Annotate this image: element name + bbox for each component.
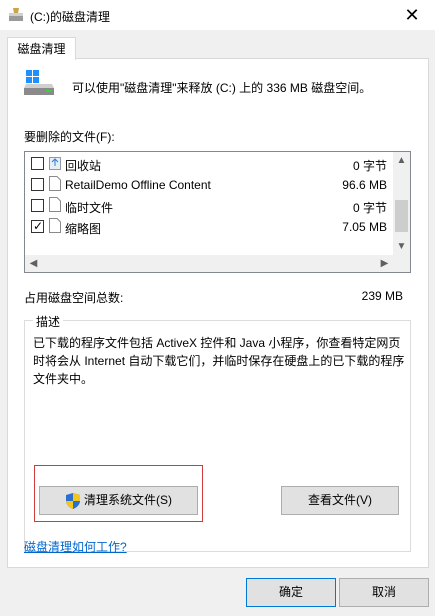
scroll-down-icon[interactable]: ▼ <box>393 238 410 255</box>
scroll-up-icon[interactable]: ▲ <box>393 152 410 169</box>
cancel-button[interactable]: 取消 <box>339 578 429 607</box>
list-item[interactable]: 回收站 0 字节 <box>25 153 393 174</box>
space-summary: 可以使用"磁盘清理"来释放 (C:) 上的 336 MB 磁盘空间。 <box>72 81 372 95</box>
file-name: 回收站 <box>65 159 102 173</box>
view-files-button[interactable]: 查看文件(V) <box>281 486 399 515</box>
help-link[interactable]: 磁盘清理如何工作? <box>24 538 127 555</box>
list-item[interactable]: ✓ 缩略图 7.05 MB <box>25 216 393 237</box>
file-name: 临时文件 <box>65 201 114 215</box>
file-icon <box>49 176 61 191</box>
uac-shield-icon <box>66 492 80 509</box>
check-mark: ✓ <box>33 219 44 233</box>
file-size: 0 字节 <box>352 159 387 173</box>
checkbox[interactable]: ✓ <box>31 219 44 233</box>
drive-icon <box>24 70 56 98</box>
file-name: 缩略图 <box>65 222 102 236</box>
file-icon <box>49 197 61 212</box>
disk-cleanup-app-icon <box>8 7 24 23</box>
total-space-value: 239 MB <box>361 289 403 303</box>
file-size: 0 字节 <box>352 201 387 215</box>
file-size: 96.6 MB <box>342 178 387 192</box>
description-title: 描述 <box>33 313 64 330</box>
scroll-right-icon[interactable]: ▶ <box>376 255 393 272</box>
window-title: (C:)的磁盘清理 <box>30 10 110 24</box>
recycle-bin-icon <box>49 155 61 170</box>
total-space-label: 占用磁盘空间总数: <box>24 291 124 305</box>
file-size: 7.05 MB <box>342 220 387 234</box>
cleanup-system-files-button[interactable]: 清理系统文件(S) <box>39 486 198 515</box>
close-button[interactable]: ✕ <box>389 0 435 30</box>
vertical-scrollbar[interactable]: ▲ ▼ <box>393 152 410 255</box>
horizontal-scrollbar[interactable]: ◀ ▶ <box>25 255 393 272</box>
file-name: RetailDemo Offline Content <box>65 178 211 192</box>
ok-button[interactable]: 确定 <box>246 578 336 607</box>
list-item[interactable]: 临时文件 0 字节 <box>25 195 393 216</box>
checkbox[interactable] <box>31 199 44 212</box>
scroll-thumb[interactable] <box>395 200 408 232</box>
cleanup-system-files-label: 清理系统文件(S) <box>84 493 172 507</box>
scroll-left-icon[interactable]: ◀ <box>25 255 42 272</box>
checkbox[interactable] <box>31 157 44 170</box>
description-text: 已下载的程序文件包括 ActiveX 控件和 Java 小程序，你查看特定网页时… <box>33 336 405 386</box>
files-list[interactable]: 回收站 0 字节 RetailDemo Offline Content 96.6… <box>24 151 411 273</box>
checkbox[interactable] <box>31 178 44 191</box>
tab-disk-cleanup[interactable]: 磁盘清理 <box>7 37 76 60</box>
list-item[interactable]: RetailDemo Offline Content 96.6 MB <box>25 174 393 195</box>
file-icon <box>49 218 61 233</box>
scrollbar-corner <box>393 255 410 272</box>
files-to-delete-label: 要删除的文件(F): <box>24 130 115 144</box>
